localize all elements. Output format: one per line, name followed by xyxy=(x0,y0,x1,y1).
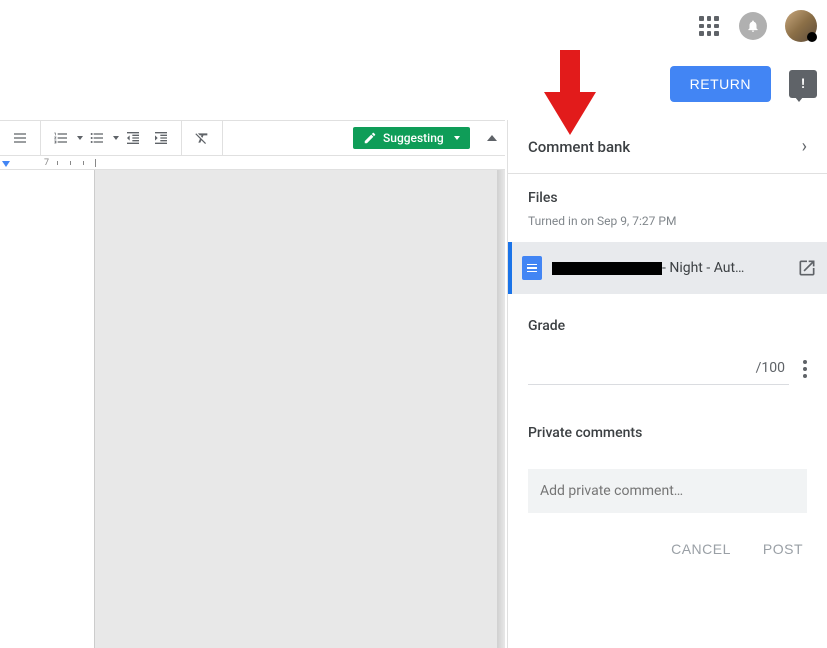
numbered-list-icon[interactable] xyxy=(47,124,75,152)
open-in-new-icon[interactable] xyxy=(797,258,817,278)
collapse-toolbar-icon[interactable] xyxy=(480,124,505,152)
grade-input[interactable] xyxy=(532,360,756,376)
files-title: Files xyxy=(528,190,807,206)
turned-in-timestamp: Turned in on Sep 9, 7:27 PM xyxy=(528,214,807,228)
grade-more-menu-icon[interactable] xyxy=(803,360,807,378)
ruler-indent-marker[interactable] xyxy=(2,161,10,167)
post-button[interactable]: POST xyxy=(759,535,807,563)
notifications-icon[interactable] xyxy=(739,12,767,40)
formatting-toolbar: Suggesting xyxy=(0,120,505,156)
private-comments-title: Private comments xyxy=(528,425,807,441)
return-button[interactable]: RETURN xyxy=(670,66,771,102)
avatar[interactable] xyxy=(785,10,817,42)
bullet-list-icon[interactable] xyxy=(83,124,111,152)
editing-mode-dropdown[interactable]: Suggesting xyxy=(353,127,470,149)
chevron-down-icon xyxy=(454,136,460,140)
grade-max-label: /100 xyxy=(756,360,785,376)
document-canvas[interactable] xyxy=(0,170,505,648)
clear-formatting-icon[interactable] xyxy=(188,124,216,152)
ruler: 7 xyxy=(0,156,505,170)
suggesting-label: Suggesting xyxy=(383,131,444,145)
apps-grid-icon[interactable] xyxy=(697,14,721,38)
comment-bank-row[interactable]: Comment bank › xyxy=(528,136,807,157)
doc-file-icon xyxy=(522,256,542,280)
cancel-button[interactable]: CANCEL xyxy=(667,535,735,563)
document-page xyxy=(0,170,95,648)
file-name-suffix: - Night - Aut… xyxy=(662,260,744,276)
chevron-right-icon: › xyxy=(802,136,807,157)
feedback-icon[interactable]: ! xyxy=(789,70,817,98)
grade-title: Grade xyxy=(528,318,807,334)
ruler-tick-label: 7 xyxy=(44,158,49,168)
private-comment-input[interactable] xyxy=(528,469,807,513)
redacted-student-name xyxy=(552,262,662,275)
increase-indent-icon[interactable] xyxy=(147,124,175,152)
comment-bank-title: Comment bank xyxy=(528,138,630,156)
decrease-indent-icon[interactable] xyxy=(119,124,147,152)
align-icon[interactable] xyxy=(6,124,34,152)
grading-sidebar: Comment bank › Files Turned in on Sep 9,… xyxy=(507,120,827,648)
file-item[interactable]: - Night - Aut… xyxy=(508,242,827,294)
